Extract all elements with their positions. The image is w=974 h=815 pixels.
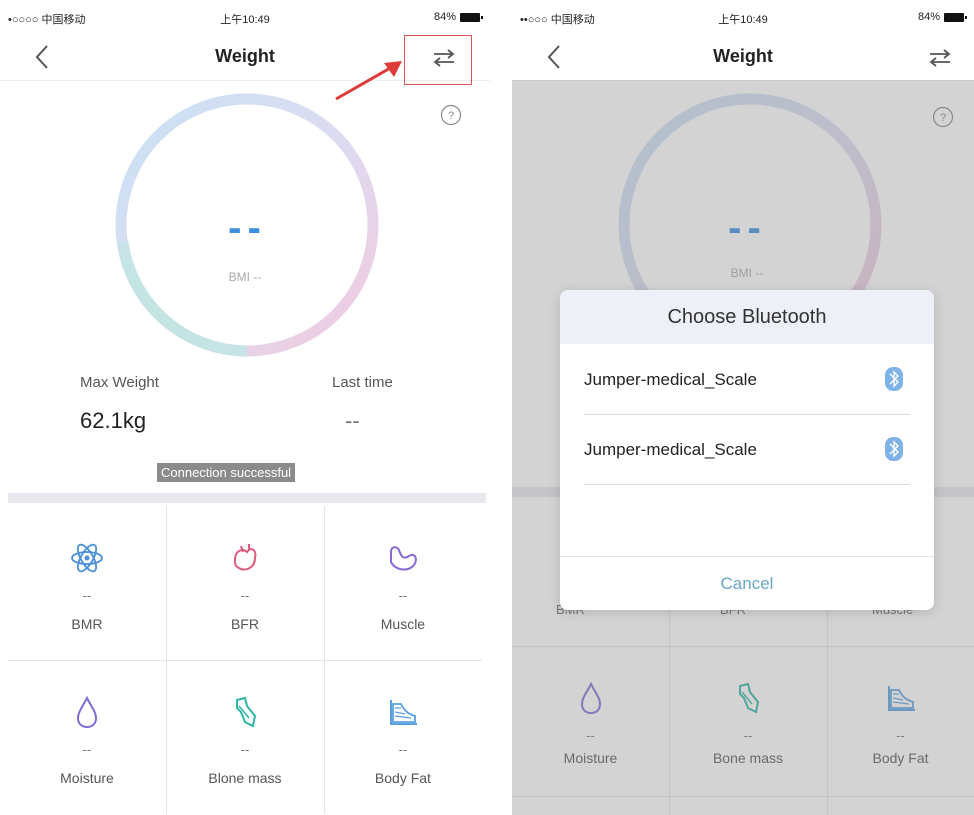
muscle-icon bbox=[389, 546, 417, 571]
battery-icon bbox=[460, 12, 483, 22]
water-drop-icon bbox=[76, 695, 97, 729]
dialog-title: Choose Bluetooth bbox=[560, 290, 934, 344]
bmi-label: BMI -- bbox=[228, 270, 262, 284]
bluetooth-device-item[interactable]: Jumper-medical_Scale bbox=[584, 346, 910, 415]
choose-bluetooth-dialog: Choose Bluetooth Jumper-medical_Scale Ju… bbox=[560, 290, 934, 610]
clock: 上午10:49 bbox=[718, 14, 768, 26]
status-bar: ••○○○ 中国移动 上午10:49 84% bbox=[512, 0, 974, 36]
last-time-label: Last time bbox=[332, 374, 393, 391]
metric-bone-mass[interactable]: -- Blone mass bbox=[166, 660, 324, 814]
metric-value: -- bbox=[240, 742, 250, 757]
metric-value: -- bbox=[82, 588, 92, 603]
metric-value: -- bbox=[398, 742, 408, 757]
metrics-grid: -- BMR -- BFR -- Muscle -- Moisture -- B… bbox=[8, 506, 482, 814]
status-bar: •○○○○ 中国移动 上午10:49 84% bbox=[0, 0, 490, 36]
atom-icon bbox=[71, 543, 103, 573]
device-name: Jumper-medical_Scale bbox=[584, 440, 757, 459]
metric-label: Muscle bbox=[380, 616, 426, 632]
metric-bfr[interactable]: -- BFR bbox=[166, 506, 324, 660]
metric-label: Body Fat bbox=[374, 770, 431, 786]
body-fat-chart-icon bbox=[389, 700, 417, 725]
body-fat-rate-icon bbox=[233, 544, 257, 571]
clock: 上午10:49 bbox=[220, 14, 270, 26]
metric-bmr[interactable]: -- BMR bbox=[8, 506, 166, 660]
metric-label: Blone mass bbox=[208, 770, 282, 786]
metric-value: -- bbox=[398, 588, 408, 603]
bluetooth-device-item[interactable]: Jumper-medical_Scale bbox=[584, 416, 910, 485]
bluetooth-icon bbox=[885, 367, 903, 391]
bone-icon bbox=[235, 696, 257, 728]
last-time-value: -- bbox=[345, 408, 360, 433]
left-screen: •○○○○ 中国移动 上午10:49 84% Weight ? -- BMI -… bbox=[0, 0, 490, 815]
metric-value: -- bbox=[82, 742, 92, 757]
highlight-box bbox=[404, 35, 472, 85]
nav-bar: Weight bbox=[512, 36, 974, 81]
weight-value: -- bbox=[228, 206, 267, 250]
section-divider bbox=[8, 493, 486, 503]
device-name: Jumper-medical_Scale bbox=[584, 370, 757, 389]
swap-arrows-icon[interactable] bbox=[924, 46, 956, 70]
right-screen: ••○○○ 中国移动 上午10:49 84% Weight ? -- BMI -… bbox=[512, 0, 974, 815]
metric-muscle[interactable]: -- Muscle bbox=[324, 506, 482, 660]
metric-label: BFR bbox=[230, 616, 259, 632]
status-right: 84% bbox=[433, 11, 483, 23]
battery-percent: 84% bbox=[433, 11, 456, 23]
metric-moisture[interactable]: -- Moisture bbox=[8, 660, 166, 814]
svg-text:?: ? bbox=[448, 110, 454, 122]
bluetooth-icon bbox=[885, 437, 903, 461]
metric-label: Moisture bbox=[60, 770, 114, 786]
metric-value: -- bbox=[240, 588, 250, 603]
max-weight-value: 62.1kg bbox=[80, 408, 147, 433]
battery-icon bbox=[944, 12, 967, 22]
page-title: Weight bbox=[713, 46, 773, 66]
cancel-button[interactable]: Cancel bbox=[560, 556, 934, 610]
help-icon[interactable]: ? bbox=[440, 104, 462, 126]
connection-status: Connection successful bbox=[157, 463, 296, 482]
max-weight-label: Max Weight bbox=[80, 374, 159, 391]
metric-body-fat[interactable]: -- Body Fat bbox=[324, 660, 482, 814]
status-right: 84% bbox=[917, 11, 967, 23]
battery-percent: 84% bbox=[917, 11, 940, 23]
metric-label: BMR bbox=[71, 616, 103, 632]
